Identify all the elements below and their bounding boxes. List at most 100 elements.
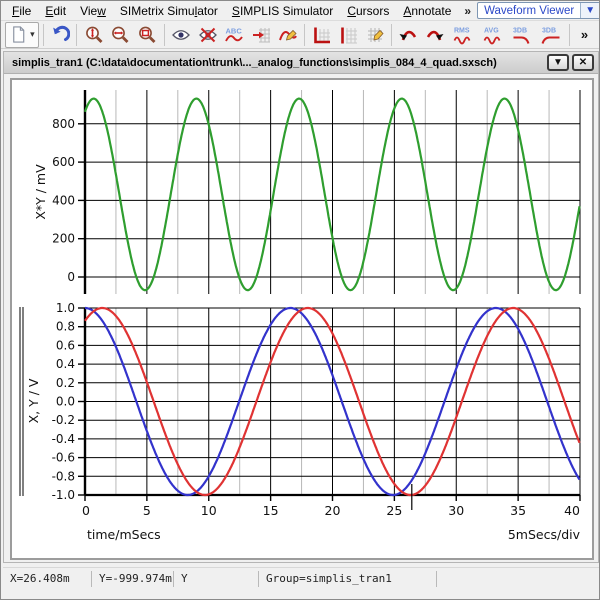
add-grid-button[interactable]: [336, 22, 361, 48]
abc-glyph: ABC: [226, 26, 243, 35]
add-axis-button[interactable]: [309, 22, 334, 48]
zoom-x-button[interactable]: [108, 22, 133, 48]
menu-item-simplis-simulator[interactable]: SIMPLIS Simulator: [225, 2, 340, 20]
graph-title-bar[interactable]: simplis_tran1 (C:\data\documentation\tru…: [4, 52, 598, 74]
toolbar-overflow-chevron[interactable]: »: [573, 27, 596, 42]
rms-icon: RMS: [452, 25, 474, 45]
x-tick-label: 35: [510, 503, 526, 518]
undo-icon: [50, 25, 70, 45]
status-group: Group=simplis_tran1: [259, 571, 437, 587]
3db-lowpass-button[interactable]: 3DB: [508, 22, 535, 48]
x-tick-label: 30: [448, 503, 464, 518]
new-axis-icon: [311, 25, 331, 45]
lower-grid-ytick-label: -0.2: [52, 413, 75, 427]
restore-window-button[interactable]: ▼: [547, 54, 569, 71]
3db-highpass-button[interactable]: 3DB: [538, 22, 565, 48]
lower-grid-ytick-label: 0.6: [56, 338, 75, 352]
upper-grid-y-axis-title: X*Y / mV: [33, 164, 48, 220]
close-window-button[interactable]: ✕: [572, 54, 594, 71]
plot-panel[interactable]: 0200400600800X*Y / mV1.00.80.60.40.20.0-…: [10, 78, 594, 560]
previous-curve-button[interactable]: [396, 22, 421, 48]
status-bar: X=26.408m Y=-999.974m Y Group=simplis_tr…: [3, 567, 599, 589]
move-to-axis-icon: [251, 25, 271, 45]
edit-grid-button[interactable]: [362, 22, 387, 48]
menu-item-cursors[interactable]: Cursors: [340, 2, 396, 20]
new-graph-button[interactable]: ▾: [5, 22, 39, 48]
3db-falling-icon: 3DB: [511, 25, 533, 45]
x-tick-label: 40: [564, 503, 580, 518]
edit-grid-icon: [365, 25, 385, 45]
rms-button[interactable]: RMS: [450, 22, 477, 48]
curve-arrow-left-icon: [398, 25, 418, 45]
3db-rising-icon: 3DB: [540, 25, 562, 45]
avg-glyph: AVG: [484, 27, 499, 34]
toolbar-separator: [391, 24, 392, 46]
next-curve-button[interactable]: [423, 22, 448, 48]
lower-grid-ytick-label: -1.0: [52, 488, 75, 502]
menu-item-file[interactable]: File: [5, 2, 38, 20]
zoom-box-icon: [137, 25, 157, 45]
viewer-select-combo[interactable]: Waveform Viewer ▼: [477, 2, 600, 19]
3db-glyph: 3DB: [513, 27, 527, 34]
lower-grid-ytick-label: -0.4: [52, 432, 75, 446]
x-axis-title: time/mSecs: [87, 527, 161, 542]
eye-icon: [171, 25, 191, 45]
viewer-select-value: Waveform Viewer: [478, 5, 580, 17]
menu-overflow-chevron[interactable]: »: [458, 4, 477, 18]
menu-bar: FileEditViewSIMetrix SimulatorSIMPLIS Si…: [1, 1, 599, 21]
undo-button[interactable]: [48, 22, 73, 48]
upper-grid-ytick-label: 400: [52, 193, 75, 207]
show-curve-button[interactable]: [168, 22, 193, 48]
graph-title: simplis_tran1 (C:\data\documentation\tru…: [12, 57, 544, 69]
edit-curve-icon: [278, 25, 298, 45]
lower-grid-ytick-label: -0.8: [52, 469, 75, 483]
move-curve-button[interactable]: [249, 22, 274, 48]
upper-grid-ytick-label: 800: [52, 117, 75, 131]
eye-crossed-icon: [198, 25, 218, 45]
zoom-y-button[interactable]: [81, 22, 106, 48]
lower-grid-ytick-label: 0.0: [56, 395, 75, 409]
upper-grid: 0 200 400 600 800 X*Y / mV: [33, 90, 580, 294]
upper-grid-ytick-label: 200: [52, 232, 75, 246]
menu-item-view[interactable]: View: [73, 2, 113, 20]
toolbar: ▾: [1, 21, 599, 49]
lower-grid-y-axis-title: X, Y / V: [26, 378, 41, 423]
3db-glyph: 3DB: [542, 27, 556, 34]
chevron-down-icon[interactable]: ▼: [580, 3, 599, 18]
menu-item-annotate[interactable]: Annotate: [396, 2, 458, 20]
chevron-down-icon[interactable]: ▾: [30, 29, 35, 40]
toolbar-separator: [304, 24, 305, 46]
upper-grid-ytick-label: 600: [52, 155, 75, 169]
toolbar-separator: [569, 24, 570, 46]
label-curve-button[interactable]: ABC: [222, 22, 247, 48]
x-tick-label: 20: [325, 503, 341, 518]
axis-selected-indicator[interactable]: [20, 307, 23, 496]
lower-grid-ytick-label: -0.6: [52, 451, 75, 465]
menu-item-simetrix-simulator[interactable]: SIMetrix Simulator: [113, 2, 225, 20]
x-tick-label: 0: [82, 503, 90, 518]
zoom-box-button[interactable]: [135, 22, 160, 48]
rms-glyph: RMS: [454, 27, 470, 34]
avg-button[interactable]: AVG: [479, 22, 506, 48]
waveform-plot-area[interactable]: 0200400600800X*Y / mV1.00.80.60.40.20.0-…: [12, 80, 592, 558]
lower-grid-ytick-label: 1.0: [56, 301, 75, 315]
edit-curve-button[interactable]: [275, 22, 300, 48]
waveform-viewer-window: FileEditViewSIMetrix SimulatorSIMPLIS Si…: [0, 0, 600, 600]
status-curve-name: Y: [174, 571, 259, 587]
toolbar-separator: [76, 24, 77, 46]
new-grid-icon: [338, 25, 358, 45]
new-document-icon: [9, 25, 28, 44]
x-tick-label: 5: [143, 503, 151, 518]
x-axis: 0510152025303540time/mSecs5mSecs/div: [82, 495, 581, 542]
hide-curve-button[interactable]: [195, 22, 220, 48]
menu-item-edit[interactable]: Edit: [38, 2, 73, 20]
toolbar-separator: [43, 24, 44, 46]
upper-grid-ytick-label: 0: [67, 270, 75, 284]
status-extra: [437, 571, 599, 587]
lower-grid-ytick-label: 0.2: [56, 376, 75, 390]
curve-arrow-right-icon: [425, 25, 445, 45]
curve-label-icon: ABC: [224, 25, 244, 45]
status-cursor-y: Y=-999.974m: [92, 571, 174, 587]
x-tick-label: 15: [263, 503, 279, 518]
x-div-label: 5mSecs/div: [508, 527, 581, 542]
